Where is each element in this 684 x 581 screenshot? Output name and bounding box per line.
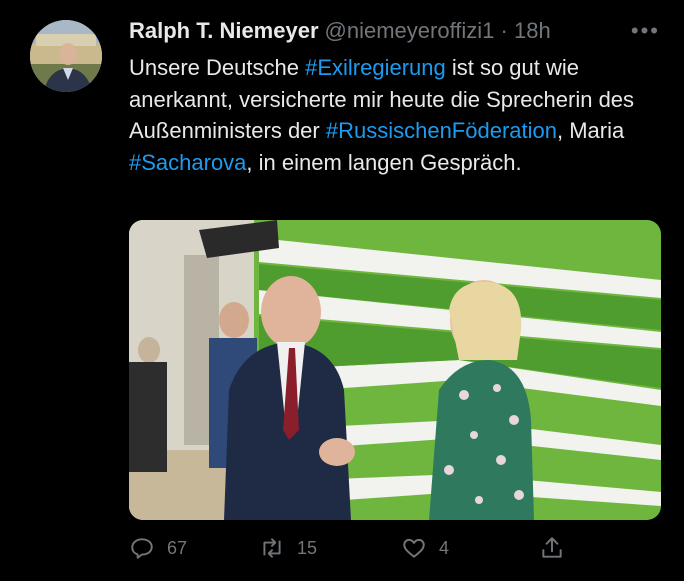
- text-segment: , in einem langen Gespräch.: [246, 149, 522, 175]
- reply-icon: [131, 538, 153, 559]
- photo: [129, 220, 661, 520]
- tweet-text: Unsere Deutsche #Exilregierung ist so gu…: [129, 52, 669, 178]
- retweet-count: 15: [297, 537, 318, 558]
- retweet-icon: [263, 538, 281, 558]
- text-segment: , Maria: [557, 118, 625, 143]
- hashtag-link[interactable]: #RussischenFöderation: [326, 118, 557, 143]
- hashtag-link[interactable]: #Sacharova: [129, 150, 246, 175]
- reply-count: 67: [167, 537, 188, 558]
- text-segment: Unsere Deutsche: [129, 55, 306, 80]
- like-icon: [403, 538, 425, 558]
- separator: ·: [494, 18, 514, 43]
- like-button[interactable]: 4: [401, 535, 449, 561]
- more-icon[interactable]: •••: [631, 18, 660, 44]
- timestamp[interactable]: 18h: [514, 18, 551, 43]
- tweet-actions: 67 15 4: [129, 535, 589, 565]
- share-button[interactable]: [539, 535, 577, 561]
- handle-text: @niemeyeroffizi1: [324, 18, 495, 43]
- author-handle[interactable]: @niemeyeroffizi1 · 18h: [325, 18, 551, 43]
- retweet-button[interactable]: 15: [259, 535, 317, 561]
- tweet-header: Ralph T. Niemeyer @niemeyeroffizi1 · 18h: [129, 18, 551, 44]
- avatar[interactable]: [30, 20, 102, 92]
- hashtag-link[interactable]: #Exilregierung: [305, 55, 446, 80]
- avatar-photo: [30, 20, 102, 92]
- share-icon: [542, 537, 562, 558]
- tweet-media-image[interactable]: [129, 220, 661, 520]
- like-count: 4: [439, 537, 450, 558]
- reply-button[interactable]: 67: [129, 535, 187, 561]
- author-name[interactable]: Ralph T. Niemeyer: [129, 18, 319, 43]
